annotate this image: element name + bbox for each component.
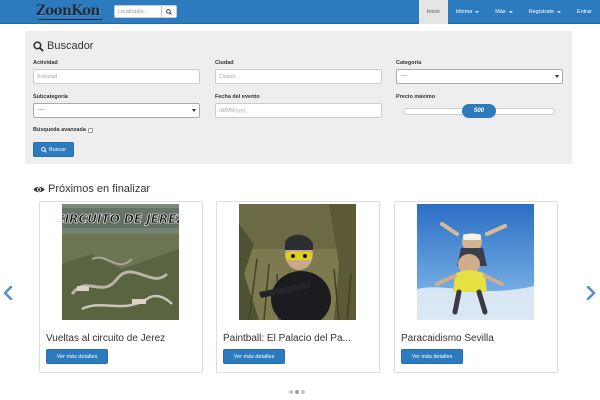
nav-item-label: Idioma (455, 9, 473, 15)
caret-down-icon (508, 11, 513, 13)
card-title: Vueltas al circuito de Jerez (46, 333, 166, 344)
carousel-indicators (289, 390, 307, 394)
card-image-circuit[interactable]: CIRCUITO DE JEREZ (62, 204, 179, 320)
subcategory-select[interactable]: ---- (33, 103, 200, 118)
panel-title-text: Buscador (47, 40, 94, 52)
category-label: Categoría (396, 60, 422, 66)
card-title: Paracaidismo Sevilla (401, 333, 494, 344)
details-button[interactable]: Ver más detalles (401, 349, 463, 364)
subcategory-select-value: ---- (38, 107, 45, 113)
nav-item-mas[interactable]: Más (487, 0, 520, 24)
search-panel: Buscador Actividad Ciudad Categoría ----… (25, 31, 572, 164)
section-title: Próximos en finalizar (33, 183, 150, 195)
nav-menu: Inicio Idioma Más Regístrate Entrar (418, 0, 600, 24)
activity-input[interactable] (33, 69, 200, 84)
max-price-slider[interactable]: 500 (403, 104, 555, 118)
activity-card: CIRCUITO DE JEREZ Vueltas al circuito de… (39, 201, 203, 373)
nav-item-label: Inicio (426, 9, 440, 15)
subcategory-label: Subcategoría (33, 94, 68, 100)
carousel-indicator[interactable] (301, 390, 305, 394)
nav-search-button[interactable] (161, 6, 176, 17)
card-title: Paintball: El Palacio del Pa... (223, 333, 351, 344)
nav-search-input[interactable] (115, 6, 161, 17)
chevron-left-icon (3, 285, 13, 301)
nav-search (114, 5, 177, 18)
nav-item-label: Más (495, 9, 506, 15)
nav-item-inicio[interactable]: Inicio (418, 0, 448, 24)
card-image-skydiving[interactable] (417, 204, 534, 320)
circuit-image-caption: CIRCUITO DE JEREZ (62, 212, 179, 226)
city-label: Ciudad (215, 60, 234, 66)
navbar: ZoonKon Inicio Idioma Más Regístrate Ent (0, 0, 600, 24)
category-select[interactable]: ---- (396, 69, 563, 84)
search-icon (33, 40, 44, 52)
event-date-label: Fecha del evento (215, 94, 260, 100)
activity-label: Actividad (33, 60, 58, 66)
site-logo[interactable]: ZoonKon (36, 3, 104, 20)
nav-item-label: Regístrate (528, 9, 555, 15)
city-input[interactable] (215, 69, 382, 84)
caret-down-icon (557, 11, 562, 13)
search-button-label: Buscar (48, 146, 67, 153)
carousel-indicator[interactable] (289, 390, 293, 394)
carousel-prev-button[interactable] (3, 285, 13, 302)
chevron-down-icon (555, 75, 559, 78)
advanced-search-checkbox[interactable] (87, 127, 93, 133)
event-date-input[interactable] (215, 103, 382, 118)
chevron-down-icon (192, 109, 196, 112)
eye-icon (33, 185, 45, 194)
carousel-indicator[interactable] (295, 390, 299, 394)
activity-card: Paintball: El Palacio del Pa... Ver más … (216, 201, 380, 373)
nav-item-registrate[interactable]: Regístrate (521, 0, 569, 24)
caret-down-icon (475, 11, 480, 13)
slider-handle[interactable]: 500 (462, 104, 496, 118)
search-button[interactable]: Buscar (33, 142, 74, 157)
card-image-paintball[interactable] (239, 204, 356, 320)
carousel-next-button[interactable] (586, 285, 596, 302)
activity-card: Paracaidismo Sevilla Ver más detalles (394, 201, 558, 373)
nav-item-label: Entrar (577, 9, 592, 15)
chevron-right-icon (586, 285, 596, 301)
logo-text: ZoonKon (36, 3, 100, 19)
details-button[interactable]: Ver más detalles (223, 349, 285, 364)
logo-underline (38, 18, 102, 20)
panel-title: Buscador (33, 40, 93, 52)
details-button[interactable]: Ver más detalles (46, 349, 108, 364)
max-price-label: Precio máximo (396, 94, 436, 100)
category-select-value: ---- (401, 73, 408, 79)
nav-item-entrar[interactable]: Entrar (569, 0, 600, 24)
search-icon (41, 146, 47, 153)
section-title-text: Próximos en finalizar (48, 183, 151, 195)
advanced-search-toggle[interactable]: Búsqueda avanzada (33, 127, 93, 133)
nav-item-idioma[interactable]: Idioma (448, 0, 488, 24)
advanced-search-label: Búsqueda avanzada (33, 127, 86, 133)
search-icon (166, 8, 172, 15)
